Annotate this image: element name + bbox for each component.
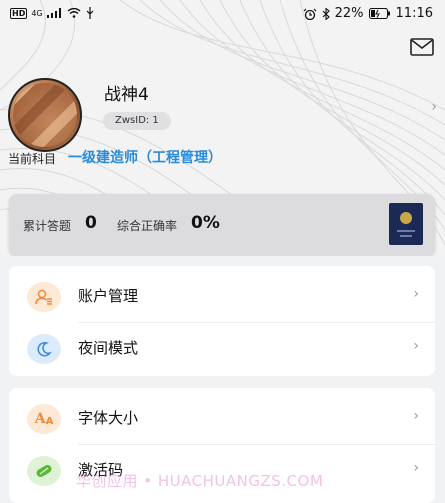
profile-header: HD 4G 22% 11:16 战神4 ZwsID: 1 › 当前科目 一级建造…	[0, 0, 445, 256]
subject-value[interactable]: 一级建造师（工程管理）	[68, 147, 222, 167]
wifi-icon	[67, 8, 81, 18]
accuracy-label: 综合正确率	[117, 219, 178, 233]
answered-value: 0	[85, 213, 97, 233]
menu-item-label: 夜间模式	[78, 339, 139, 357]
bluetooth-icon	[322, 7, 330, 20]
status-left: HD 4G	[10, 7, 95, 19]
menu-item-font-size[interactable]: AA 字体大小 ›	[9, 392, 435, 444]
menu-group-account: 账户管理 › 夜间模式 ›	[9, 266, 435, 376]
network-label: 4G	[31, 8, 43, 18]
stats-card: 累计答题 0 综合正确率 0%	[9, 194, 435, 256]
profile-chevron-right-icon[interactable]: ›	[431, 99, 437, 115]
subject-label: 当前科目	[8, 152, 57, 166]
avatar[interactable]	[8, 78, 82, 152]
accuracy-value: 0%	[191, 213, 220, 233]
status-bar: HD 4G 22% 11:16	[0, 0, 445, 30]
username[interactable]: 战神4	[104, 80, 149, 105]
user-list-icon	[27, 282, 61, 312]
watermark: 华创应用 • HUACHUANGZS.COM	[76, 472, 324, 490]
chevron-right-icon: ›	[413, 338, 419, 354]
battery-icon	[368, 8, 390, 19]
clock: 11:16	[395, 6, 433, 21]
alarm-icon	[303, 8, 317, 20]
menu-item-night-mode[interactable]: 夜间模式 ›	[9, 322, 435, 374]
moon-icon	[27, 334, 61, 364]
mail-icon[interactable]	[410, 38, 434, 56]
avatar-image	[13, 83, 77, 147]
menu-item-account-management[interactable]: 账户管理 ›	[9, 270, 435, 322]
chevron-right-icon: ›	[413, 286, 419, 302]
usb-icon	[86, 7, 94, 19]
battery-percent: 22%	[334, 6, 364, 21]
key-icon	[27, 456, 61, 486]
textbook-cover-icon[interactable]	[389, 203, 423, 245]
answered-label: 累计答题	[23, 219, 72, 233]
font-size-icon: AA	[27, 404, 61, 434]
zws-id-badge: ZwsID: 1	[103, 112, 171, 130]
status-right: 22% 11:16	[303, 6, 433, 21]
emblem-icon	[400, 212, 412, 224]
signal-icon	[46, 8, 61, 18]
hd-badge: HD	[10, 7, 28, 19]
menu-item-label: 字体大小	[78, 409, 139, 427]
chevron-right-icon: ›	[413, 460, 419, 476]
chevron-right-icon: ›	[413, 408, 419, 424]
menu-item-label: 账户管理	[78, 287, 139, 305]
